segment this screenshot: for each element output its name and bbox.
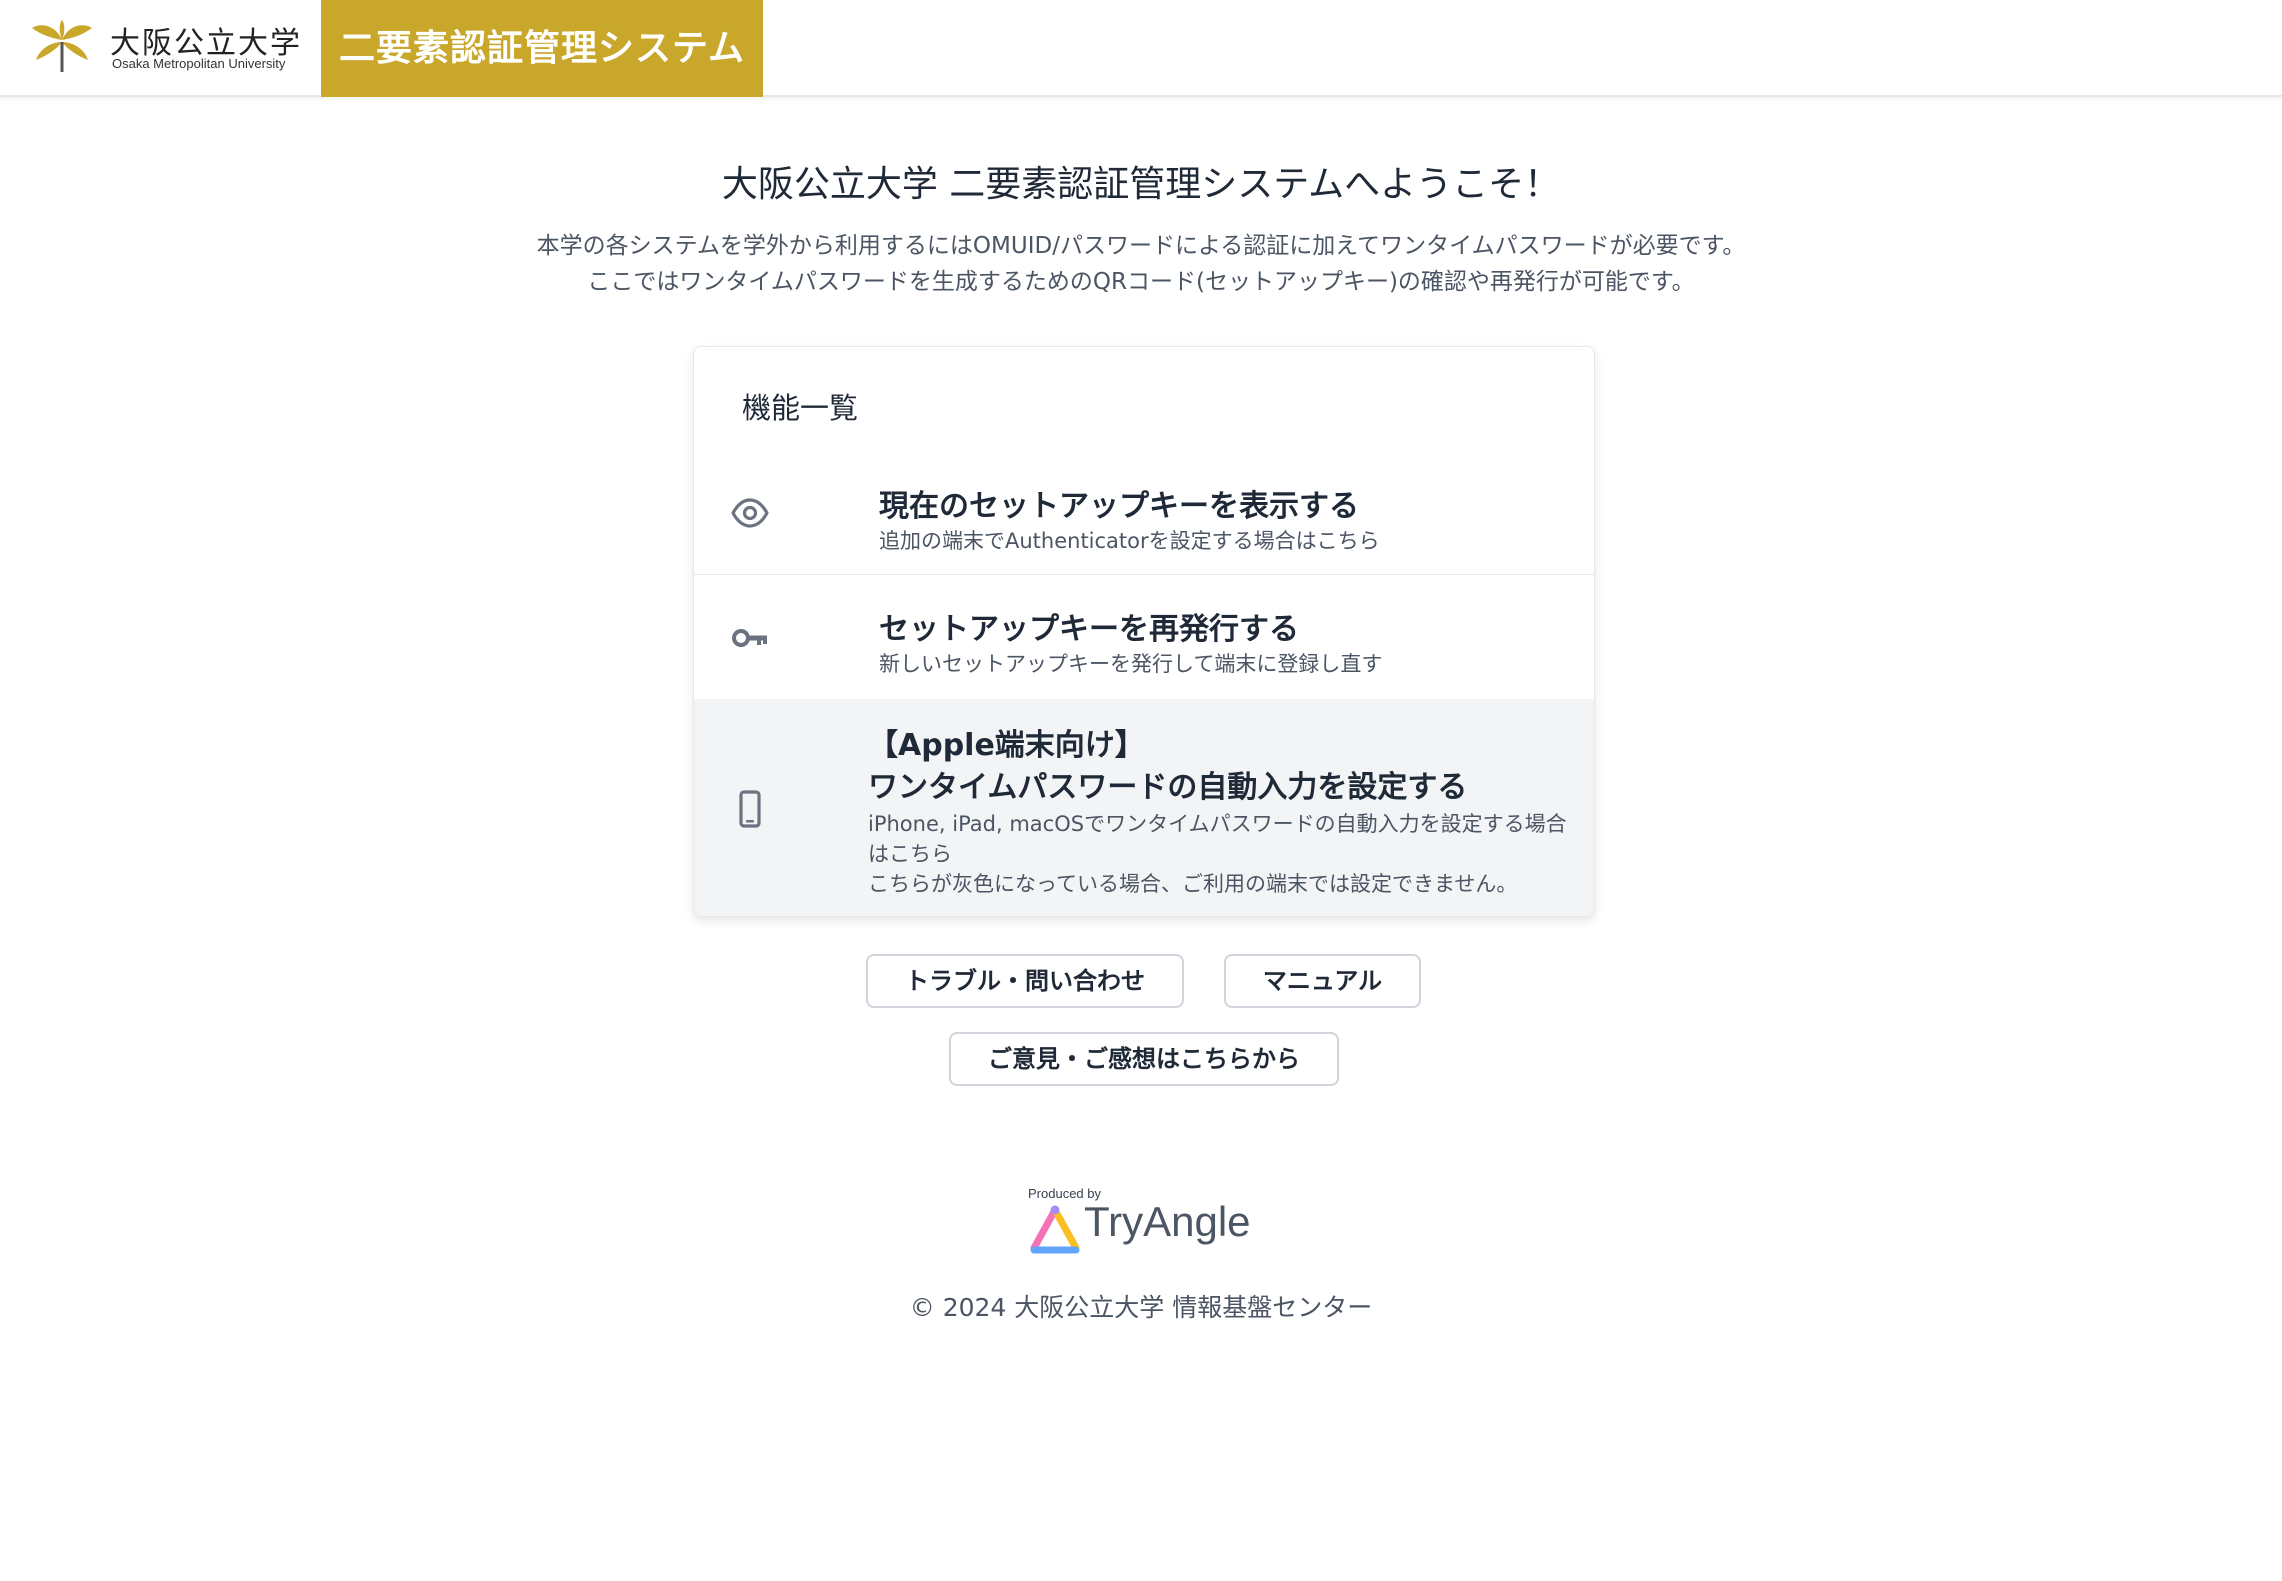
apple-autofill-subtitle-line-2: こちらが灰色になっている場合、ご利用の端末では設定できません。 (868, 872, 1518, 896)
apple-autofill-title: 【Apple端末向け】 ワンタイムパスワードの自動入力を設定する (868, 725, 1467, 809)
feedback-button[interactable]: ご意見・ご感想はこちらから (949, 1032, 1339, 1086)
show-setup-key-item[interactable]: 現在のセットアップキーを表示する 追加の端末でAuthenticatorを設定す… (694, 453, 1594, 575)
eye-icon (731, 498, 769, 528)
intro-text: 本学の各システムを学外から利用するにはOMUID/パスワードによる認証に加えてワ… (0, 228, 2282, 300)
apple-autofill-title-line-1: 【Apple端末向け】 (868, 728, 1145, 763)
copyright-text: © 2024 大阪公立大学 情報基盤センター (909, 1293, 1373, 1322)
system-title[interactable]: 二要素認証管理システム (321, 0, 763, 97)
tryangle-brand[interactable]: TryAngle (1084, 1198, 1251, 1246)
key-icon (732, 629, 767, 647)
tryangle-logo-icon (1030, 1205, 1080, 1254)
feature-list-title: 機能一覧 (742, 391, 859, 425)
trouble-contact-button[interactable]: トラブル・問い合わせ (866, 954, 1184, 1008)
apple-autofill-subtitle-line-1: iPhone, iPad, macOSでワンタイムパスワードの自動入力を設定する… (868, 812, 1567, 866)
show-setup-key-title: 現在のセットアップキーを表示する (879, 489, 1359, 524)
intro-line-2: ここではワンタイムパスワードを生成するためのQRコード(セットアップキー)の確認… (587, 269, 1695, 295)
show-setup-key-subtitle: 追加の端末でAuthenticatorを設定する場合はこちら (879, 529, 1380, 553)
intro-line-1: 本学の各システムを学外から利用するにはOMUID/パスワードによる認証に加えてワ… (536, 233, 1746, 259)
logo-university-name-en: Osaka Metropolitan University (112, 56, 286, 71)
reissue-setup-key-item[interactable]: セットアップキーを再発行する 新しいセットアップキーを発行して端末に登録し直す (694, 576, 1594, 698)
reissue-setup-key-title: セットアップキーを再発行する (879, 612, 1299, 647)
feature-list-card: 機能一覧 現在のセットアップキーを表示する 追加の端末でAuthenticato… (693, 346, 1595, 917)
university-logo[interactable]: 大阪公立大学 Osaka Metropolitan University (30, 18, 310, 76)
apple-autofill-subtitle: iPhone, iPad, macOSでワンタイムパスワードの自動入力を設定する… (868, 809, 1580, 899)
apple-autofill-item[interactable]: 【Apple端末向け】 ワンタイムパスワードの自動入力を設定する iPhone,… (694, 699, 1594, 916)
smartphone-icon (739, 790, 761, 828)
welcome-heading: 大阪公立大学 二要素認証管理システムへようこそ！ (721, 164, 1561, 205)
apple-autofill-title-line-2: ワンタイムパスワードの自動入力を設定する (868, 770, 1468, 805)
ginkgo-logo-icon (32, 20, 92, 72)
header: 大阪公立大学 Osaka Metropolitan University 二要素… (0, 0, 2282, 97)
manual-button[interactable]: マニュアル (1224, 954, 1421, 1008)
reissue-setup-key-subtitle: 新しいセットアップキーを発行して端末に登録し直す (879, 652, 1383, 676)
